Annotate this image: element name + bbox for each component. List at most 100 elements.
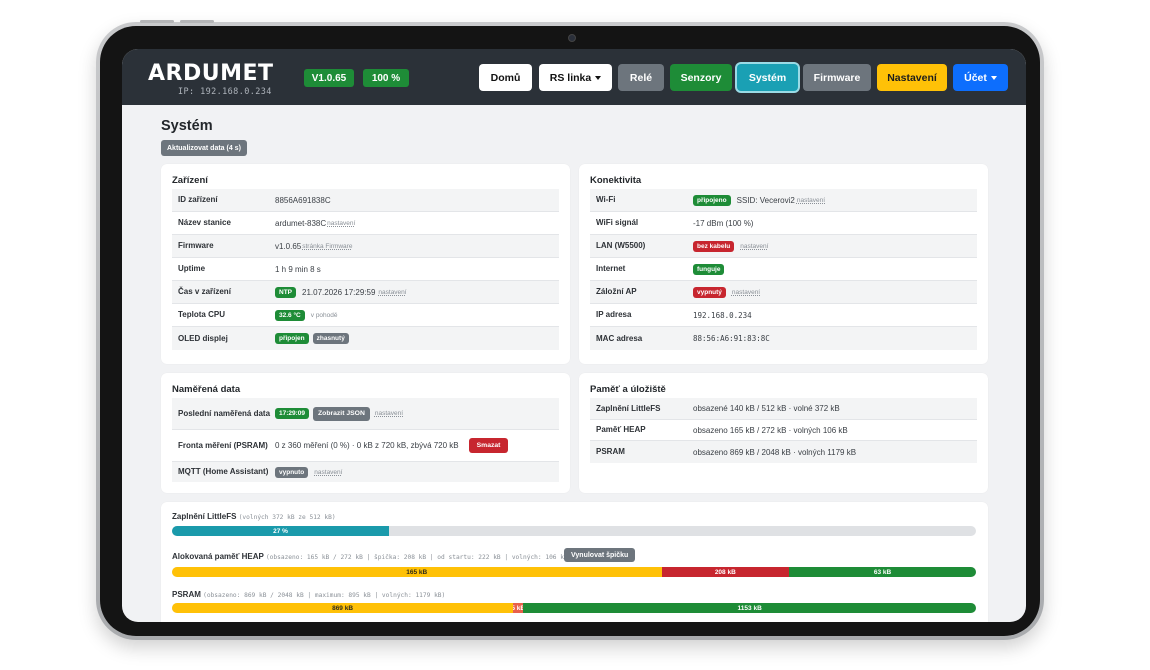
heap-segment-1: 165 kB (172, 567, 662, 577)
littlefs-progress-fill: 27 % (172, 526, 390, 536)
row-label: Čas v zařízení (178, 287, 231, 296)
last-measurement-badge: 17:29:09 (275, 408, 310, 419)
row-label: ID zařízení (178, 195, 218, 204)
wifi-status-badge: připojeno (693, 194, 731, 206)
heap-segment-3: 63 kB (789, 567, 976, 577)
table-row: ID zařízení 8856A691838C (172, 189, 559, 212)
mqtt-settings-link[interactable]: nastavení (314, 469, 342, 476)
row-label: PSRAM (596, 447, 625, 456)
wifi-signal-value: -17 dBm (100 %) (693, 218, 754, 228)
psram-progress-bar: 869 kB 5 kB 1153 kB (172, 603, 976, 613)
row-label: MAC adresa (596, 333, 643, 343)
ap-status-badge: vypnutý (693, 286, 726, 298)
mqtt-status-badge: vypnuto (275, 466, 309, 478)
row-label: Zaplnění LittleFS (596, 403, 661, 413)
psram-segment-1: 869 kB (172, 603, 514, 613)
logo[interactable]: ARDUMET (148, 61, 274, 86)
show-json-button[interactable]: Zobrazit JSON (313, 406, 370, 421)
time-settings-link[interactable]: nastavení (378, 289, 406, 296)
nav-firmware-button[interactable]: Firmware (803, 64, 871, 91)
table-row: Firmware v1.0.65 stránka Firmware (172, 235, 559, 258)
row-label: Firmware (178, 241, 214, 250)
table-row: Paměť HEAP obsazeno 165 kB / 272 kB · vo… (590, 420, 977, 441)
device-id-value: 8856A691838C (275, 195, 331, 205)
nav-relay-button[interactable]: Relé (618, 64, 664, 91)
table-row: Záložní AP vypnutý nastavení (590, 281, 977, 304)
psram-segment-2: 5 kB (513, 603, 524, 613)
nav-account-dropdown[interactable]: Účet (953, 64, 1008, 91)
wifi-settings-link[interactable]: nastavení (797, 197, 825, 204)
lan-settings-link[interactable]: nastavení (740, 243, 768, 250)
row-label: LAN (W5500) (596, 241, 646, 250)
wifi-ssid: SSID: Vecerovi2 (736, 195, 795, 205)
device-card: Zařízení ID zařízení 8856A691838C Název … (161, 164, 570, 364)
measurement-settings-link[interactable]: nastavení (375, 410, 403, 417)
table-row: MAC adresa 88:56:A6:91:83:8C (590, 327, 977, 350)
psram-segment-3: 1153 kB (523, 603, 976, 613)
row-label: Wi-Fi (596, 195, 616, 204)
row-label: MQTT (Home Assistant) (178, 467, 269, 476)
ap-settings-link[interactable]: nastavení (732, 289, 760, 296)
chevron-down-icon (595, 75, 602, 80)
station-name-value: ardumet-838C (275, 218, 327, 228)
littlefs-value: obsazené 140 kB / 512 kB · volné 372 kB (693, 404, 840, 413)
table-row: Čas v zařízení NTP 21.07.2026 17:29:59 nas… (172, 281, 559, 304)
storage-bars-card: Zaplnění LittleFS (volných 372 kB ze 512… (161, 502, 988, 622)
littlefs-bar-title: Zaplnění LittleFS (volných 372 kB ze 512… (172, 512, 336, 521)
connectivity-card: Konektivita Wi-Fi připojeno SSID: Vecerov… (579, 164, 988, 364)
device-time-value: 21.07.2026 17:29:59 (302, 287, 376, 297)
table-row: OLED displej připojen zhasnutý (172, 327, 559, 350)
firmware-version-value: v1.0.65 (275, 241, 302, 251)
mac-address-value: 88:56:A6:91:83:8C (693, 334, 770, 343)
row-label: Teplota CPU (178, 310, 225, 319)
oled-connected-badge: připojen (275, 333, 309, 344)
table-row: Wi-Fi připojeno SSID: Vecerovi2 nastavení (590, 189, 977, 212)
table-row: PSRAM obsazeno 869 kB / 2048 kB · volnýc… (590, 441, 977, 463)
card-title: Paměť a úložiště (590, 384, 666, 395)
row-label: WiFi signál (596, 218, 639, 227)
row-label: Internet (596, 264, 626, 273)
volume-button (140, 20, 174, 23)
row-label: IP adresa (596, 310, 632, 319)
header-ip: IP: 192.168.0.234 (178, 87, 272, 97)
table-row: IP adresa 192.168.0.234 (590, 304, 977, 327)
measured-data-card: Naměřená data Poslední naměřená data 17:… (161, 373, 570, 493)
row-label: Poslední naměřená data (178, 408, 271, 418)
volume-button (180, 20, 214, 23)
page-title: Systém (161, 118, 213, 134)
row-label: Fronta měření (PSRAM) (178, 440, 268, 450)
psram-value: obsazeno 869 kB / 2048 kB · volných 1179… (693, 447, 857, 457)
clear-queue-button[interactable]: Smazat (468, 438, 509, 453)
nav-home-button[interactable]: Domů (479, 64, 532, 91)
firmware-page-link[interactable]: stránka Firmware (302, 243, 352, 250)
card-title: Naměřená data (172, 384, 241, 395)
nav-sensors-button[interactable]: Senzory (670, 64, 732, 91)
refresh-data-button[interactable]: Aktualizovat data (4 s) (161, 140, 247, 156)
tablet-frame: ARDUMET IP: 192.168.0.234 V1.0.65 100 % … (96, 20, 1044, 640)
nav-settings-button[interactable]: Nastavení (877, 64, 947, 91)
table-row: Fronta měření (PSRAM) 0 z 360 měření (0 … (172, 430, 559, 462)
psram-bar-title: PSRAM (obsazeno: 869 kB / 2048 kB | maxi… (172, 590, 446, 599)
navbar: ARDUMET IP: 192.168.0.234 V1.0.65 100 % … (122, 49, 1026, 105)
table-row: Poslední naměřená data 17:29:09 Zobrazit … (172, 398, 559, 430)
cpu-temp-badge: 32.6 °C (275, 309, 305, 321)
chevron-down-icon (990, 75, 997, 80)
screen: ARDUMET IP: 192.168.0.234 V1.0.65 100 % … (122, 49, 1026, 622)
nav-rs-link-dropdown[interactable]: RS linka (539, 64, 612, 91)
internet-status-badge: funguje (693, 263, 725, 275)
table-row: LAN (W5500) bez kabelu nastavení (590, 235, 977, 258)
table-row: Název stanice ardumet-838C nastavení (172, 212, 559, 235)
cpu-temp-note: v pohodě (310, 311, 338, 319)
table-row: MQTT (Home Assistant) vypnuto nastavení (172, 462, 559, 482)
table-row: Uptime 1 h 9 min 8 s (172, 258, 559, 281)
card-title: Zařízení (172, 175, 208, 186)
ip-address-value: 192.168.0.234 (693, 310, 752, 320)
table-row: Zaplnění LittleFS obsazené 140 kB / 512 … (590, 398, 977, 420)
littlefs-progress-bar: 27 % (172, 526, 976, 536)
station-name-settings-link[interactable]: nastavení (327, 220, 355, 227)
row-label: Uptime (178, 264, 206, 273)
nav-system-button[interactable]: Systém (737, 64, 798, 91)
reset-peak-button[interactable]: Vynulovat špičku (564, 548, 636, 562)
table-row: WiFi signál -17 dBm (100 %) (590, 212, 977, 235)
row-label: Název stanice (178, 218, 231, 227)
